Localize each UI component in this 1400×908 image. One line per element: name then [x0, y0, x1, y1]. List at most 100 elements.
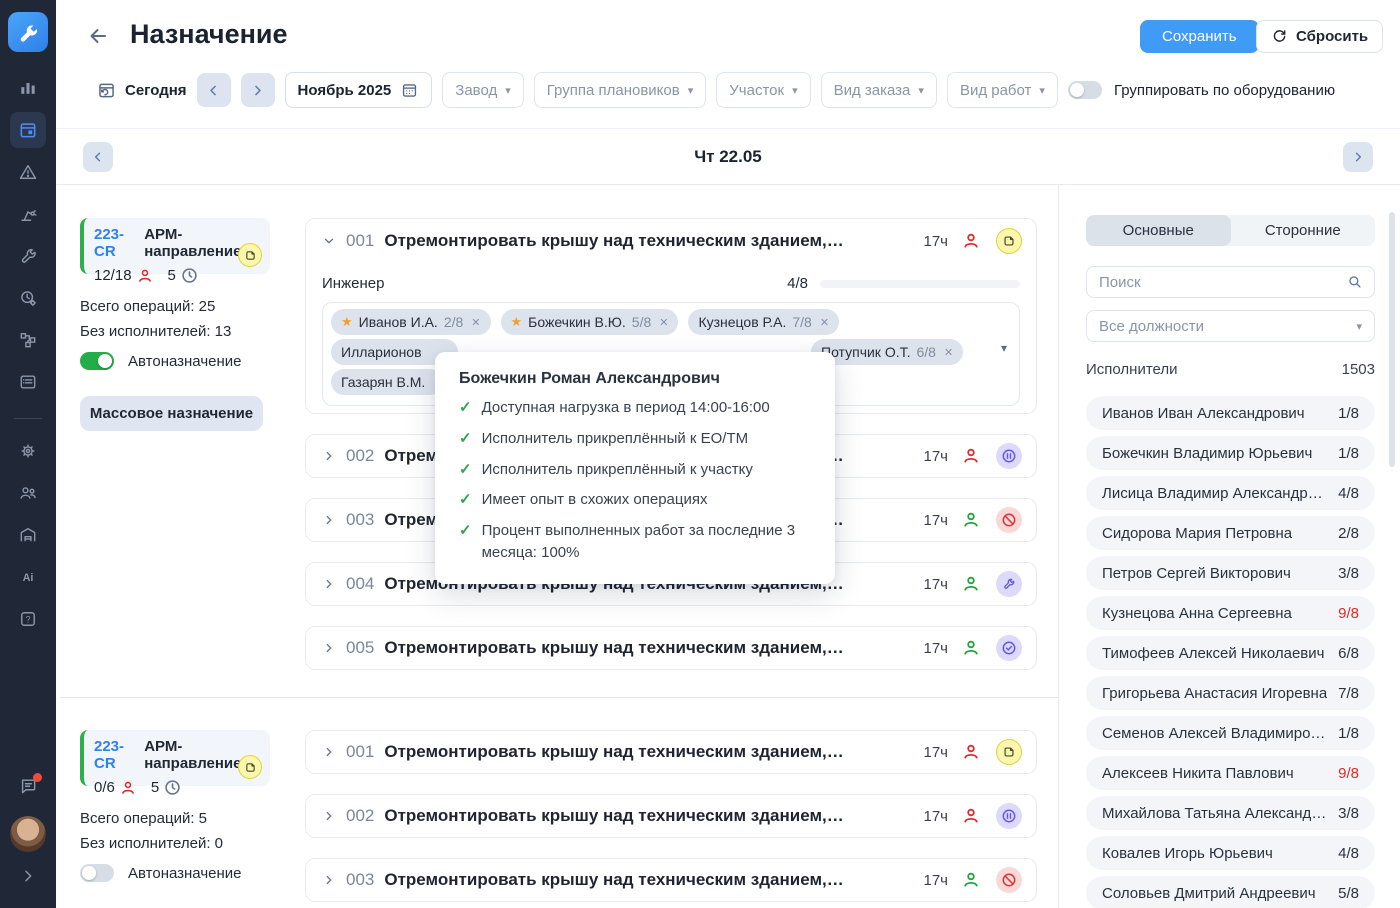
remove-chip-icon[interactable]: ✕	[659, 316, 668, 329]
wrench-icon	[18, 246, 38, 266]
chevron-right-icon[interactable]	[320, 871, 338, 889]
filter-planner-group-dropdown[interactable]: Группа плановиков ▾	[534, 72, 706, 108]
group-code[interactable]: 223-CR	[94, 738, 138, 772]
tab-external-executors[interactable]: Сторонние	[1231, 215, 1376, 246]
work-group-card[interactable]: 223-CR АРМ-направление 0/6 5	[80, 730, 270, 786]
filter-order-type-dropdown[interactable]: Вид заказа ▾	[821, 72, 937, 108]
sidebar-item-settings[interactable]	[10, 433, 46, 469]
work-group-card[interactable]: 223-CR АРМ-направление 12/18 5	[80, 218, 270, 274]
executor-list-item[interactable]: Семенов Алексей Владимирович1/8	[1086, 716, 1375, 750]
group-by-equipment-toggle[interactable]	[1068, 81, 1102, 99]
operation-row[interactable]: 003 Отремонтировать крышу над технически…	[305, 858, 1037, 902]
collapse-chips-button[interactable]: ▾	[993, 337, 1015, 359]
reset-button[interactable]: Сбросить	[1256, 20, 1383, 53]
executor-list-item[interactable]: Божечкин Владимир Юрьевич1/8	[1086, 436, 1375, 470]
sidebar-expand-button[interactable]	[10, 858, 46, 894]
sidebar-item-planning[interactable]	[10, 112, 46, 148]
chevron-right-icon[interactable]	[320, 639, 338, 657]
sidebar-item-maintenance[interactable]	[10, 238, 46, 274]
tab-main-executors[interactable]: Основные	[1086, 215, 1231, 246]
sidebar-item-structure[interactable]	[10, 322, 46, 358]
auto-assign-toggle[interactable]	[80, 352, 114, 370]
filter-section-dropdown[interactable]: Участок ▾	[716, 72, 810, 108]
sidebar-item-dashboard[interactable]	[10, 70, 46, 106]
month-picker[interactable]: Ноябрь 2025	[285, 72, 433, 108]
prev-period-button[interactable]	[197, 73, 231, 107]
note-badge	[996, 739, 1022, 765]
executors-label: Исполнители	[1086, 361, 1178, 378]
next-day-button[interactable]	[1343, 142, 1373, 172]
filter-work-type-dropdown[interactable]: Вид работ ▾	[947, 72, 1058, 108]
chevron-right-icon[interactable]	[320, 743, 338, 761]
executor-list-item[interactable]: Соловьев Дмитрий Андреевич5/8	[1086, 876, 1375, 908]
executor-list-item[interactable]: Петров Сергей Викторович3/8	[1086, 556, 1375, 590]
group-code[interactable]: 223-CR	[94, 226, 138, 260]
app-logo[interactable]	[8, 12, 48, 52]
next-period-button[interactable]	[241, 73, 275, 107]
executor-list-item[interactable]: Ковалев Игорь Юрьевич4/8	[1086, 836, 1375, 870]
executor-list-item[interactable]: Иванов Иван Александрович1/8	[1086, 396, 1375, 430]
back-button[interactable]	[84, 22, 112, 50]
executor-load: 6/8	[1330, 645, 1359, 662]
operation-duration: 17ч	[924, 744, 949, 761]
operation-number: 001	[346, 231, 374, 251]
operation-row[interactable]: 001 Отремонтировать крышу над технически…	[306, 219, 1036, 263]
executor-chip[interactable]: ★ Иванов И.А. 2/8 ✕	[331, 309, 491, 335]
sidebar-item-alerts[interactable]	[10, 154, 46, 190]
operation-row[interactable]: 001 Отремонтировать крышу над технически…	[305, 730, 1037, 774]
sidebar-item-equipment[interactable]	[10, 196, 46, 232]
chevron-right-icon	[20, 868, 36, 884]
chevron-right-icon[interactable]	[320, 807, 338, 825]
remove-chip-icon[interactable]: ✕	[471, 316, 480, 329]
role-label: Инженер	[322, 275, 384, 292]
executor-list-item[interactable]: Лисица Владимир Александров…4/8	[1086, 476, 1375, 510]
operation-row[interactable]: 005 Отремонтировать крышу над технически…	[305, 626, 1037, 670]
blocked-badge	[996, 867, 1022, 893]
chevron-right-icon[interactable]	[320, 511, 338, 529]
sidebar-item-ai[interactable]: Ai	[10, 559, 46, 595]
sidebar-item-documents[interactable]	[10, 364, 46, 400]
executor-list-item[interactable]: Сидорова Мария Петровна2/8	[1086, 516, 1375, 550]
remove-chip-icon[interactable]: ✕	[820, 316, 829, 329]
sidebar-item-chat[interactable]	[10, 768, 46, 804]
group-by-equipment-label: Группировать по оборудованию	[1114, 82, 1335, 99]
progress-label: 4/8	[787, 275, 808, 292]
operation-row[interactable]: 002 Отремонтировать крышу над технически…	[305, 794, 1037, 838]
settings-gear-icon	[18, 441, 38, 461]
chevron-right-icon[interactable]	[320, 575, 338, 593]
filter-plant-dropdown[interactable]: Завод ▾	[442, 72, 524, 108]
chip-name: Кузнецов Р.А.	[698, 314, 786, 330]
sidebar-item-warehouse[interactable]	[10, 517, 46, 553]
scrollbar-thumb[interactable]	[1389, 212, 1395, 467]
today-button[interactable]: Сегодня	[96, 80, 187, 101]
auto-assign-toggle[interactable]	[80, 864, 114, 882]
executor-list-item[interactable]: Михайлова Татьяна Александро…3/8	[1086, 796, 1375, 830]
chevron-down-icon[interactable]	[320, 232, 338, 250]
executor-list-item[interactable]: Кузнецова Анна Сергеевна9/8	[1086, 596, 1375, 630]
executor-list-item[interactable]: Григорьева Анастасия Игоревна7/8	[1086, 676, 1375, 710]
user-avatar[interactable]	[10, 816, 46, 852]
pause-badge	[996, 803, 1022, 829]
chevron-down-icon: ▾	[792, 84, 798, 97]
executor-list-item[interactable]: Тимофеев Алексей Николаевич6/8	[1086, 636, 1375, 670]
executor-list-item[interactable]: Алексеев Никита Павлович9/8	[1086, 756, 1375, 790]
executor-load: 1/8	[1330, 445, 1359, 462]
executor-chip[interactable]: Кузнецов Р.А. 7/8 ✕	[688, 309, 839, 335]
star-icon[interactable]: ★	[341, 314, 353, 330]
remove-chip-icon[interactable]: ✕	[944, 346, 953, 359]
mass-assign-button[interactable]: Массовое назначение	[80, 396, 263, 431]
sidebar-item-help[interactable]: ?	[10, 601, 46, 637]
page-title: Назначение	[130, 19, 288, 50]
sidebar-item-personnel[interactable]	[10, 475, 46, 511]
note-badge	[996, 228, 1022, 254]
star-icon[interactable]: ★	[511, 314, 523, 330]
chevron-right-icon[interactable]	[320, 447, 338, 465]
position-filter-select[interactable]: Все должности ▾	[1086, 310, 1375, 342]
save-button[interactable]: Сохранить	[1140, 20, 1259, 53]
executor-chip[interactable]: Газарян В.М.	[331, 369, 443, 395]
tooltip-item: ✓ Исполнитель прикреплённый к участку	[459, 459, 811, 481]
executor-chip[interactable]: ★ Божечкин В.Ю. 5/8 ✕	[501, 309, 679, 335]
operation-duration: 17ч	[924, 233, 949, 250]
search-input[interactable]	[1099, 274, 1346, 291]
sidebar-item-schedule[interactable]	[10, 280, 46, 316]
